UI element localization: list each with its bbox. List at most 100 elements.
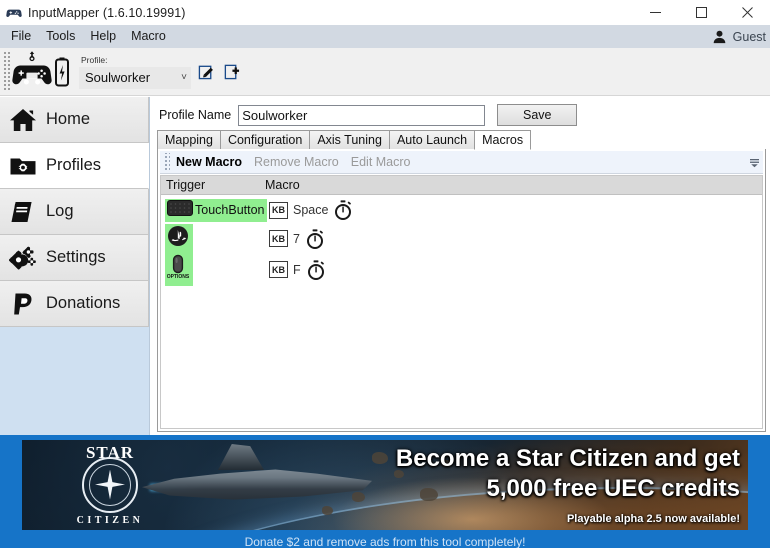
menu-bar: File Tools Help Macro Guest: [0, 25, 770, 48]
user-icon: [712, 29, 727, 44]
ad-headline: Become a Star Citizen and get 5,000 free…: [396, 444, 740, 504]
profiles-icon: [9, 152, 37, 180]
stopwatch-icon: [305, 228, 325, 249]
title-bar: InputMapper (1.6.10.19991): [0, 0, 770, 25]
toolbar-overflow-icon[interactable]: [749, 157, 760, 168]
ps-button-icon: [167, 225, 189, 252]
save-button[interactable]: Save: [497, 104, 578, 126]
sidebar-item-label: Log: [46, 202, 74, 220]
content-panel: Profile Name Save Mapping Configuration …: [151, 97, 770, 435]
macro-cell[interactable]: KB F: [265, 259, 326, 280]
macro-grid-body: TouchButton KB Space KB 7 OPTIONS KB F: [161, 196, 762, 428]
user-name: Guest: [732, 29, 766, 44]
options-button-icon: OPTIONS: [167, 254, 190, 285]
new-profile-button[interactable]: [221, 61, 241, 83]
chevron-down-icon: ˅: [181, 72, 187, 83]
profile-name-input[interactable]: [238, 104, 486, 126]
macro-toolbar: New Macro Remove Macro Edit Macro: [160, 151, 763, 174]
tab-configuration[interactable]: Configuration: [219, 130, 311, 149]
macro-toolbar-grip[interactable]: [163, 153, 170, 171]
profile-dropdown-value: Soulworker: [85, 70, 151, 85]
device-toolbar: Profile: Soulworker ˅: [0, 48, 770, 96]
sidebar-item-label: Donations: [46, 294, 121, 312]
profile-name-label: Profile Name: [159, 108, 232, 122]
new-macro-button[interactable]: New Macro: [170, 155, 248, 169]
column-header-trigger[interactable]: Trigger: [161, 178, 265, 192]
profile-selector-block: Profile: Soulworker ˅: [79, 51, 191, 93]
macro-key-label: F: [293, 262, 301, 277]
ps4-controller-icon: [12, 50, 52, 93]
macros-tab-panel: New Macro Remove Macro Edit Macro Trigge…: [157, 149, 766, 432]
table-row[interactable]: KB 7: [161, 224, 762, 253]
log-icon: [9, 198, 37, 226]
minimize-button[interactable]: [632, 0, 678, 25]
tab-mapping[interactable]: Mapping: [157, 130, 221, 149]
sidebar-item-log[interactable]: Log: [0, 189, 149, 235]
asteroid: [352, 492, 365, 502]
menu-tools[interactable]: Tools: [39, 27, 82, 46]
menu-help[interactable]: Help: [83, 27, 123, 46]
trigger-cell[interactable]: TouchButton: [161, 198, 267, 222]
maximize-button[interactable]: [678, 0, 724, 25]
macro-cell[interactable]: KB Space: [265, 200, 353, 220]
sidebar-item-donations[interactable]: Donations: [0, 281, 149, 327]
battery-icon: [54, 57, 70, 87]
macro-cell[interactable]: KB 7: [265, 228, 325, 249]
window-controls: [632, 0, 770, 25]
tab-macros[interactable]: Macros: [474, 130, 532, 150]
column-header-macro[interactable]: Macro: [265, 178, 300, 192]
sidebar-item-profiles[interactable]: Profiles: [0, 143, 149, 189]
macro-grid: Trigger Macro TouchButton KB Space KB 7 …: [160, 175, 763, 429]
edit-profile-button[interactable]: [196, 61, 216, 83]
ad-subline: Playable alpha 2.5 now available!: [566, 513, 740, 525]
stopwatch-icon: [333, 200, 353, 220]
home-icon: [9, 106, 37, 134]
profile-name-row: Profile Name Save: [159, 104, 578, 126]
user-account[interactable]: Guest: [712, 25, 766, 48]
remove-macro-button[interactable]: Remove Macro: [248, 155, 345, 169]
close-button[interactable]: [724, 0, 770, 25]
trigger-cell[interactable]: OPTIONS: [161, 253, 265, 286]
touchpad-icon: [167, 199, 193, 221]
sidebar-item-label: Settings: [46, 248, 106, 266]
settings-icon: [9, 244, 37, 272]
trigger-label: TouchButton: [195, 203, 265, 217]
tab-axis-tuning[interactable]: Axis Tuning: [309, 130, 390, 149]
asteroid: [372, 452, 388, 464]
macro-grid-header: Trigger Macro: [161, 176, 762, 195]
inputmapper-window: InputMapper (1.6.10.19991) File Tools He…: [0, 0, 770, 548]
sidebar-item-label: Home: [46, 110, 91, 128]
tab-auto-launch[interactable]: Auto Launch: [388, 130, 476, 149]
star-citizen-ad-banner[interactable]: STAR CITIZEN Become a Star Citizen and g…: [22, 440, 748, 530]
profile-dropdown[interactable]: Soulworker ˅: [79, 66, 191, 89]
ad-headline-line1: Become a Star Citizen and get: [395, 445, 740, 472]
macro-key-label: 7: [293, 231, 300, 246]
table-row[interactable]: TouchButton KB Space: [161, 196, 762, 224]
star-citizen-logo: STAR CITIZEN: [46, 444, 174, 526]
keyboard-badge-icon: KB: [269, 261, 288, 278]
logo-citizen-text: CITIZEN: [76, 514, 144, 526]
asteroid: [322, 506, 333, 515]
window-title: InputMapper (1.6.10.19991): [28, 5, 186, 20]
macro-key-label: Space: [293, 203, 329, 217]
ad-headline-line2: 5,000 free UEC credits: [486, 475, 740, 502]
menu-file[interactable]: File: [4, 27, 38, 46]
tab-strip: Mapping Configuration Axis Tuning Auto L…: [157, 130, 766, 150]
edit-macro-button[interactable]: Edit Macro: [345, 155, 417, 169]
stopwatch-icon: [306, 259, 326, 280]
logo-star-glyph: [95, 469, 125, 500]
table-row[interactable]: OPTIONS KB F: [161, 253, 762, 286]
toolbar-grip[interactable]: [2, 51, 10, 92]
ad-zone: STAR CITIZEN Become a Star Citizen and g…: [0, 435, 770, 548]
donate-remove-ads-link[interactable]: Donate $2 and remove ads from this tool …: [0, 535, 770, 548]
paypal-icon: [9, 290, 37, 318]
trigger-cell[interactable]: [161, 224, 265, 253]
sidebar-item-label: Profiles: [46, 156, 102, 174]
sidebar: Home Profiles Log Settings Donations: [0, 97, 150, 435]
svg-text:OPTIONS: OPTIONS: [167, 274, 189, 280]
gamepad-icon: [6, 5, 22, 21]
sidebar-item-settings[interactable]: Settings: [0, 235, 149, 281]
keyboard-badge-icon: KB: [269, 230, 288, 247]
menu-macro[interactable]: Macro: [124, 27, 173, 46]
sidebar-item-home[interactable]: Home: [0, 97, 149, 143]
